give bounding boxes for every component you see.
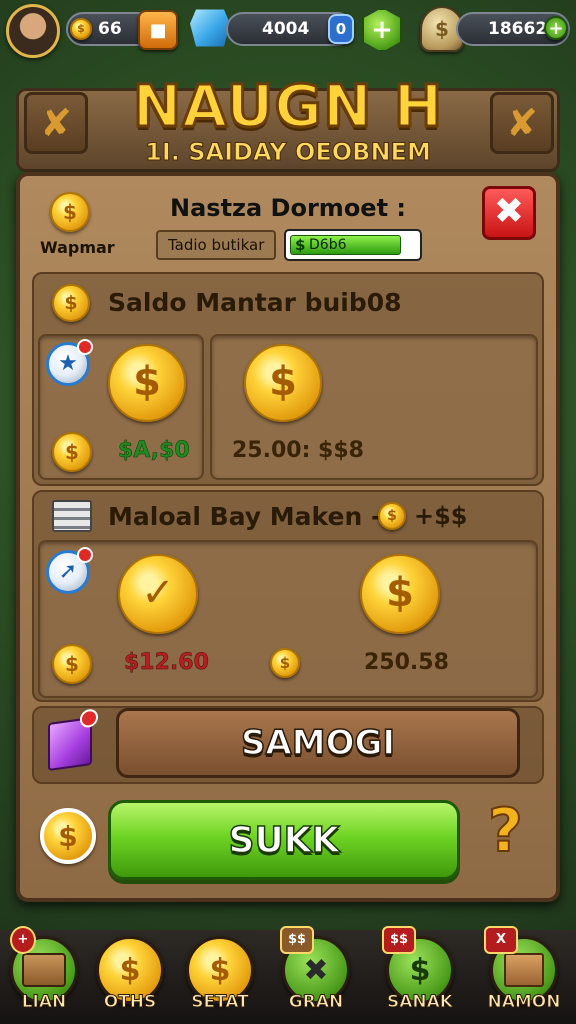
progress-value: D6b6	[309, 237, 347, 253]
field-label-box: Tadio butikar	[156, 230, 276, 260]
progress-fill: $ D6b6	[290, 235, 401, 255]
nav-item-sanak[interactable]: $ $$ SANAK	[380, 926, 460, 1024]
nav-tag: X	[484, 926, 518, 954]
help-button[interactable]: ?	[487, 795, 524, 867]
gem-badge-value: 0	[335, 20, 347, 38]
section-two-value-left: $12.60	[124, 650, 209, 676]
coin-icon: $	[70, 18, 92, 40]
page-title: NAUGN H	[131, 71, 444, 142]
header-left-caption: Wapmar	[40, 238, 115, 257]
small-coin-icon: $	[52, 432, 92, 472]
header-coin-icon: $	[50, 192, 90, 232]
section-two-title-suffix: +$$	[414, 502, 468, 530]
nav-item-gran[interactable]: ✖ $$ GRAN	[276, 926, 356, 1024]
tiny-coin-icon: $	[270, 648, 300, 678]
stack-icon	[52, 500, 92, 532]
gift-box-icon	[48, 708, 98, 772]
star-badge-icon: ★	[46, 339, 93, 386]
section-one-coin-icon: $	[52, 284, 90, 322]
section-one-value-left: $A,$0	[118, 438, 190, 464]
nav-tag: $$	[382, 926, 416, 954]
nav-label: SANAK	[387, 992, 454, 1013]
add-gems-button[interactable]: +	[362, 8, 402, 52]
nav-label: OTHS	[103, 992, 157, 1013]
nav-item-lian[interactable]: + LIAN	[4, 926, 84, 1024]
secondary-button[interactable]: SAMOGI	[116, 708, 520, 778]
dollar-icon: $	[295, 236, 306, 254]
gem-icon	[190, 9, 230, 47]
primary-button-label: SUKK	[228, 819, 340, 862]
player-avatar[interactable]	[6, 4, 60, 58]
shop-button[interactable]: ■	[138, 10, 178, 50]
close-button[interactable]: ✖	[482, 186, 536, 240]
check-coin-icon: ✓	[118, 554, 198, 634]
progress-bar: $ D6b6	[284, 229, 422, 261]
coin-count: 66	[98, 19, 122, 39]
trophy-count: 18662	[488, 19, 548, 39]
nav-tag: +	[10, 926, 36, 954]
nav-label: SETAT	[191, 992, 250, 1013]
large-coin-icon: $	[244, 344, 322, 422]
section-two-title: Maloal Bay Maken -	[108, 502, 382, 531]
header-name-label: Nastza Dormoet :	[170, 194, 407, 222]
coin-target-icon[interactable]: $	[40, 808, 96, 864]
section-two-value-right: 250.58	[364, 650, 449, 675]
page-subtitle: 1I. SAIDAY OEOBNEM	[145, 138, 432, 167]
nav-tag: $$	[280, 926, 314, 954]
large-coin-icon: $	[360, 554, 440, 634]
field-label: Tadio butikar	[168, 236, 265, 254]
nav-item-setat[interactable]: $ SETAT	[180, 936, 260, 1024]
large-coin-icon: $	[108, 344, 186, 422]
secondary-button-label: SAMOGI	[240, 722, 396, 764]
small-coin-icon: $	[52, 644, 92, 684]
section-two-coin-icon: $	[378, 502, 406, 530]
nav-item-namon[interactable]: X NAMON	[484, 926, 564, 1024]
gem-badge: 0	[328, 14, 354, 44]
upgrade-badge-icon: ➚	[46, 547, 93, 594]
top-hud: $ 66 ■ 4004 0 + $ 18662 +	[0, 0, 576, 62]
nav-label: NAMON	[487, 992, 561, 1013]
nav-label: GRAN	[288, 992, 344, 1013]
add-trophies-button[interactable]: +	[544, 16, 568, 40]
nav-item-oths[interactable]: $ OTHS	[90, 936, 170, 1024]
gem-count: 4004	[262, 19, 310, 39]
section-one-title: Saldo Mantar buib08	[108, 288, 402, 317]
section-one-value-right: 25.00: $$8	[232, 438, 364, 463]
primary-button[interactable]: SUKK	[108, 800, 460, 880]
